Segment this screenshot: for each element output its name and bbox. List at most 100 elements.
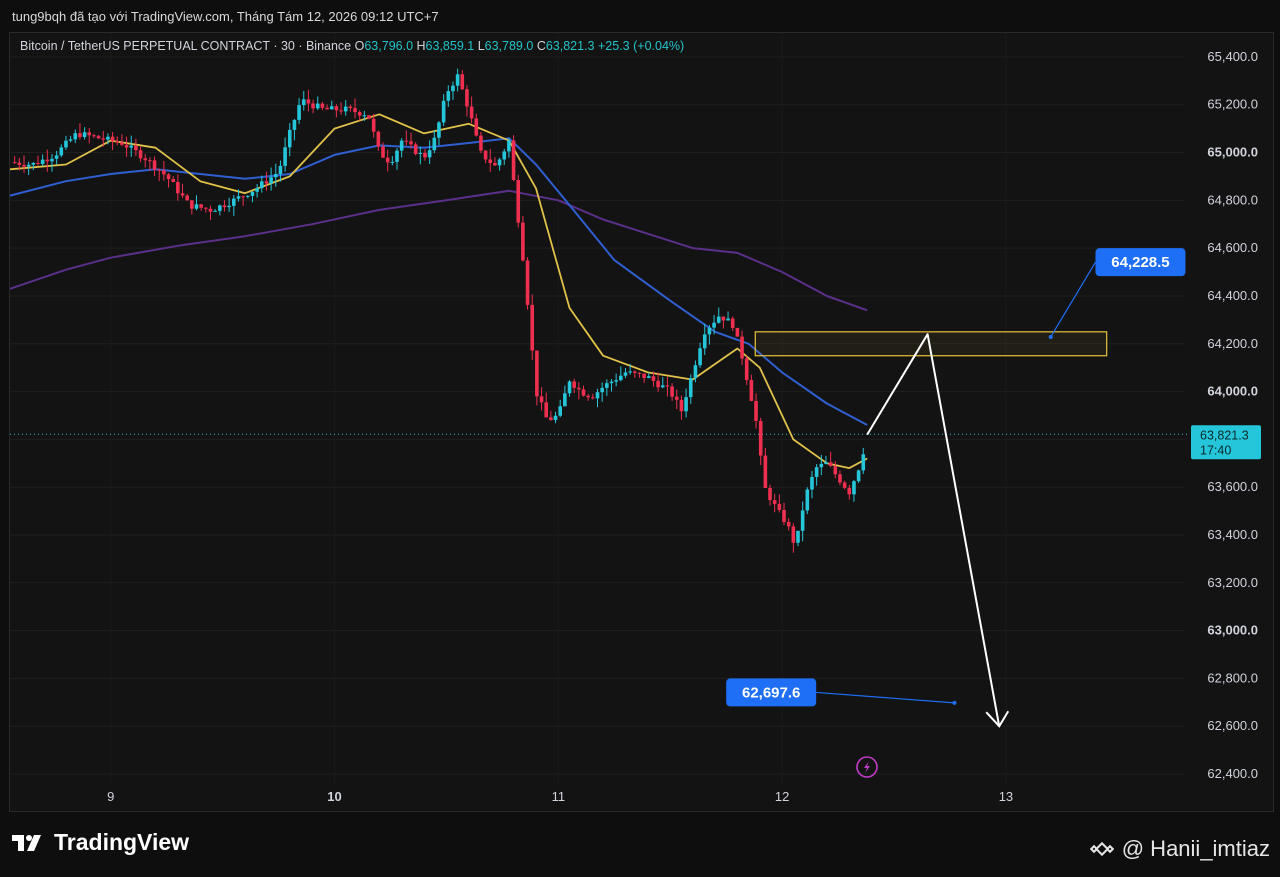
candle-body xyxy=(311,103,315,109)
candle-body xyxy=(36,162,40,164)
candle-body xyxy=(451,85,455,92)
candle-body xyxy=(222,205,227,208)
candle-body xyxy=(847,487,852,495)
candle-body xyxy=(54,155,59,159)
candle-body xyxy=(810,476,814,490)
price-chart[interactable]: 65,400.0 65,200.0 65,000.0 64,800.0 64,600.0… xyxy=(0,0,1280,812)
candle-body xyxy=(814,467,819,477)
candle-body xyxy=(796,530,800,543)
footer-bar xyxy=(0,812,1280,877)
candle-body xyxy=(404,140,409,142)
candle-body xyxy=(413,144,418,154)
candle-body xyxy=(833,466,838,475)
candle-body xyxy=(115,141,120,143)
candle-body xyxy=(148,160,152,162)
candle-body xyxy=(665,385,670,387)
candle-body xyxy=(800,510,805,531)
candle-body xyxy=(297,105,301,120)
candle-body xyxy=(409,141,413,145)
low-value: 63,789.0 xyxy=(484,39,534,53)
candle-body xyxy=(623,372,628,376)
candles xyxy=(12,68,866,553)
candle-body xyxy=(50,158,54,162)
candle-body xyxy=(218,205,222,211)
lightning-glyph xyxy=(864,761,870,773)
price-tick-label: 63,400.0 xyxy=(1207,527,1258,542)
annotation-leader xyxy=(816,691,955,704)
last-price-countdown: 17:40 xyxy=(1200,443,1231,457)
candle-body xyxy=(315,103,320,109)
moving-averages xyxy=(9,113,868,469)
candle-body xyxy=(278,165,283,175)
high-value: 63,859.1 xyxy=(425,39,475,53)
candle-body xyxy=(124,144,129,148)
candle-body xyxy=(190,200,194,209)
candle-body xyxy=(287,129,292,148)
candle-body xyxy=(605,383,609,388)
candle-body xyxy=(329,106,334,110)
candle-body xyxy=(693,365,698,379)
candle-body xyxy=(525,260,530,305)
binance-icon xyxy=(1089,841,1114,857)
candle-body xyxy=(777,503,782,510)
candle-body xyxy=(423,152,427,158)
credit-text: @ Hanii_imtiaz xyxy=(1121,836,1270,861)
candle-body xyxy=(716,316,721,323)
candle-body xyxy=(273,174,278,178)
candle-body xyxy=(381,146,385,158)
candle-body xyxy=(656,380,660,388)
candle-body xyxy=(754,400,758,421)
tradingview-brand[interactable]: TradingView xyxy=(12,829,189,856)
candle-body xyxy=(772,500,777,504)
candle-body xyxy=(232,198,236,206)
candle-body xyxy=(194,204,199,209)
candle-body xyxy=(688,378,693,398)
candle-body xyxy=(162,170,166,175)
candle-body xyxy=(199,204,203,208)
candle-body xyxy=(842,482,847,488)
candle-body xyxy=(707,327,712,335)
candle-body xyxy=(535,350,539,397)
price-tick-label: 64,200.0 xyxy=(1207,336,1258,351)
candle-body xyxy=(479,135,483,151)
candle-body xyxy=(460,74,465,90)
projection-path xyxy=(866,333,1010,728)
candle-body xyxy=(712,322,716,328)
candle-body xyxy=(110,136,115,142)
candle-body xyxy=(236,196,241,199)
candle-body xyxy=(563,393,567,407)
brand-name: TradingView xyxy=(54,829,190,855)
candle-body xyxy=(782,509,786,522)
candle-body xyxy=(395,150,399,162)
projection-line xyxy=(866,333,1001,727)
ema-fast-line xyxy=(9,113,868,469)
candle-body xyxy=(544,402,549,418)
candle-body xyxy=(22,164,26,167)
candle-body xyxy=(45,159,50,162)
symbol-legend: Bitcoin / TetherUS PERPETUAL CONTRACT · … xyxy=(20,39,684,53)
low-label: L xyxy=(477,39,485,53)
candle-body xyxy=(157,169,162,171)
candle-body xyxy=(204,207,208,209)
candle-body xyxy=(679,399,684,412)
candle-body xyxy=(600,387,604,393)
candle-body xyxy=(497,159,502,166)
candle-body xyxy=(245,195,250,197)
candle-body xyxy=(651,376,656,381)
candle-body xyxy=(376,131,381,147)
candle-body xyxy=(740,336,744,359)
candle-body xyxy=(427,150,432,158)
candle-body xyxy=(660,385,665,388)
candle-body xyxy=(819,463,824,468)
candle-body xyxy=(856,470,861,482)
candle-body xyxy=(684,397,688,412)
candle-body xyxy=(269,177,273,184)
candle-body xyxy=(362,115,367,117)
candle-body xyxy=(176,181,180,194)
price-tick-label: 64,800.0 xyxy=(1207,192,1258,207)
candle-body xyxy=(791,526,796,543)
candle-body xyxy=(241,196,245,198)
candle-body xyxy=(670,386,674,397)
candle-body xyxy=(325,107,329,110)
annotation-anchor xyxy=(1048,334,1053,339)
